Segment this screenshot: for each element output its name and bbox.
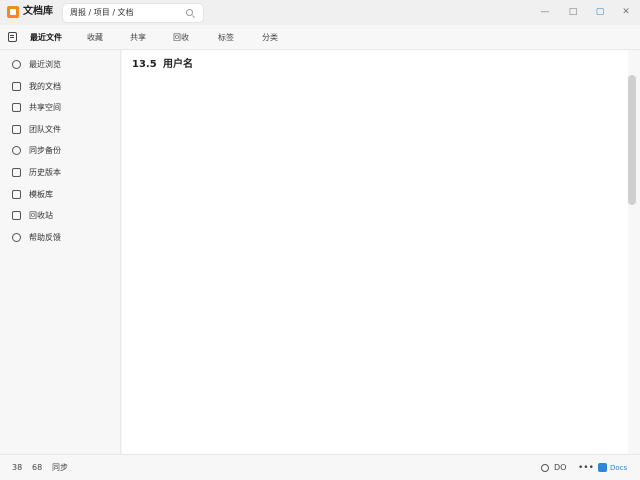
tab-tags[interactable]: 标签 — [218, 31, 234, 45]
app-name: 文档库 — [23, 6, 53, 17]
sidebar-item-documents[interactable]: 我的文档 — [0, 77, 121, 97]
app-logo-icon — [7, 6, 19, 18]
sidebar-item-help[interactable]: 帮助反馈 — [0, 228, 121, 248]
sidebar-item-label: 模板库 — [29, 190, 53, 199]
title-bar: 文档库 周报 / 项目 / 文档 — □ ▢ ✕ — [0, 0, 640, 25]
sidebar-item-label: 共享空间 — [29, 103, 61, 112]
sidebar-item-label: 最近浏览 — [29, 60, 61, 69]
maximize-button[interactable]: □ — [566, 5, 580, 19]
main-content: 13.5 用户名 — [122, 50, 628, 454]
help-icon — [12, 233, 21, 242]
status-item-3: 同步 — [52, 463, 68, 472]
sidebar-item-trash[interactable]: 回收站 — [0, 206, 121, 226]
trash-icon — [12, 211, 21, 220]
sidebar-item-team[interactable]: 团队文件 — [0, 120, 121, 140]
sidebar-item-history[interactable]: 历史版本 — [0, 163, 121, 183]
search-icon[interactable] — [186, 9, 193, 16]
tab-recent[interactable]: 最近文件 — [30, 31, 62, 45]
main-title: 用户名 — [163, 59, 193, 70]
status-right-text: DO — [554, 463, 567, 472]
vertical-scrollbar[interactable] — [628, 75, 636, 205]
brand-text: Docs — [610, 464, 628, 472]
brand-badge[interactable]: Docs — [596, 461, 636, 475]
status-item-2: 68 — [32, 463, 43, 472]
app-window: 文档库 周报 / 项目 / 文档 — □ ▢ ✕ 最近文件 收藏 共享 回收 标… — [0, 0, 640, 480]
sidebar-item-label: 帮助反馈 — [29, 233, 61, 242]
shared-icon — [12, 103, 21, 112]
tab-favorites[interactable]: 收藏 — [87, 31, 103, 45]
status-item-1: 38 — [12, 463, 23, 472]
clock-icon — [12, 60, 21, 69]
more-options-icon[interactable]: ••• — [578, 461, 594, 475]
sidebar-item-label: 历史版本 — [29, 168, 61, 177]
tab-bar: 最近文件 收藏 共享 回收 标签 分类 — [0, 25, 640, 50]
sidebar-item-shared[interactable]: 共享空间 — [0, 98, 121, 118]
status-circle-icon[interactable] — [541, 464, 549, 472]
main-number: 13.5 — [132, 59, 157, 70]
status-bar: 38 68 同步 DO ••• Docs — [0, 454, 640, 480]
tab-categories[interactable]: 分类 — [262, 31, 278, 45]
sidebar-item-recent[interactable]: 最近浏览 — [0, 55, 121, 75]
tab-shared[interactable]: 共享 — [130, 31, 146, 45]
sidebar-item-templates[interactable]: 模板库 — [0, 185, 121, 205]
sidebar-item-label: 团队文件 — [29, 125, 61, 134]
sidebar-item-label: 回收站 — [29, 211, 53, 220]
sidebar-item-label: 同步备份 — [29, 146, 61, 155]
restore-button[interactable]: ▢ — [593, 5, 607, 19]
tab-recycle[interactable]: 回收 — [173, 31, 189, 45]
brand-logo-icon — [598, 463, 607, 472]
minimize-button[interactable]: — — [538, 5, 552, 19]
search-input[interactable]: 周报 / 项目 / 文档 — [62, 3, 204, 23]
document-icon — [12, 82, 21, 91]
sidebar-item-label: 我的文档 — [29, 82, 61, 91]
documents-icon — [8, 32, 17, 42]
template-icon — [12, 190, 21, 199]
team-icon — [12, 125, 21, 134]
history-icon — [12, 168, 21, 177]
sidebar-item-sync[interactable]: 同步备份 — [0, 141, 121, 161]
sidebar: 最近浏览 我的文档 共享空间 团队文件 同步备份 历史版本 模板库 回收站 帮助… — [0, 50, 121, 454]
close-button[interactable]: ✕ — [619, 5, 633, 19]
sync-icon — [12, 146, 21, 155]
